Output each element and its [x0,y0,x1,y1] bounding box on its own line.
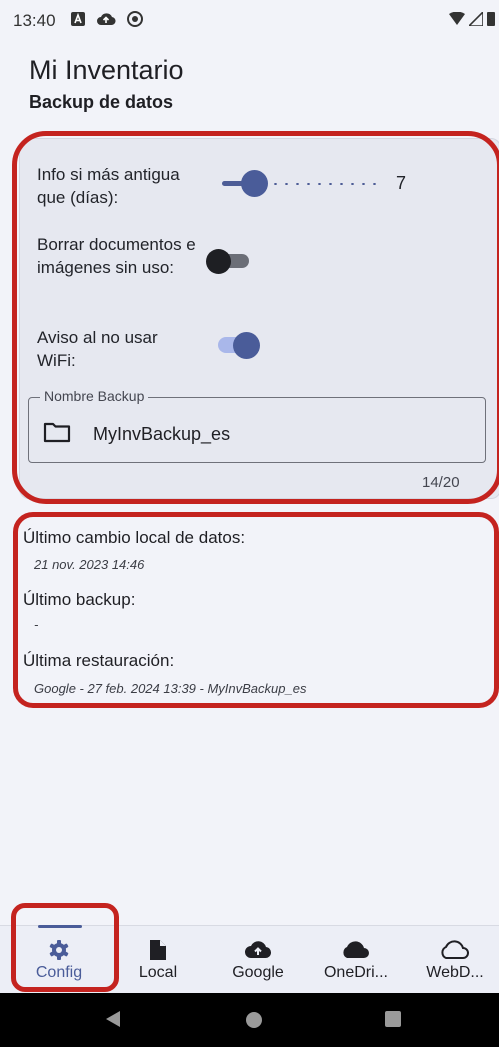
last-backup-label: Último backup: [23,590,136,609]
nav-label-local: Local [138,964,178,981]
app-title: Mi Inventario [29,55,184,85]
nav-label-google: Google [232,964,284,981]
wifi-icon [449,11,465,25]
last-local-change-label: Último cambio local de datos: [23,528,246,547]
switch-thumb [233,332,260,359]
document-icon [150,940,166,960]
last-backup-value: - [34,617,39,632]
last-restore-value: Google - 27 feb. 2024 13:39 - MyInvBacku… [34,681,307,696]
recents-icon[interactable] [385,1011,401,1027]
backup-name-field-label: Nombre Backup [40,388,149,404]
gear-icon [49,940,69,960]
cloud-upload-icon [245,941,272,959]
delete-unused-label: Borrar documentos e imágenes sin uso: [37,235,196,277]
notification-a-icon [71,12,85,26]
nav-item-local[interactable]: Local [108,926,208,994]
status-bar: 13:40 [0,0,499,40]
battery-icon [487,12,495,26]
sync-status-icon [127,11,143,27]
bottom-navigation: Config Local Google OneDri... WebD... [0,925,499,994]
age-threshold-value: 7 [396,173,407,193]
page-subtitle: Backup de datos [29,92,174,112]
cloud-outline-icon [441,940,469,959]
slider-thumb[interactable] [241,170,268,197]
backup-name-input[interactable]: MyInvBackup_es [93,424,230,445]
nav-label-webdav: WebD... [426,964,484,981]
nav-item-onedrive[interactable]: OneDri... [306,926,406,994]
status-time: 13:40 [13,11,56,30]
switch-thumb [206,249,231,274]
nav-label-config: Config [35,964,83,981]
nav-item-webdav[interactable]: WebD... [405,926,499,994]
nav-selected-indicator [38,925,82,928]
age-threshold-label: Info si más antigua que (días): [37,165,180,207]
last-restore-label: Última restauración: [23,651,175,670]
nav-item-google[interactable]: Google [208,926,308,994]
backup-name-counter: 14/20 [422,474,460,491]
cloud-filled-icon [343,941,369,958]
slider-tick-marks [270,183,380,185]
folder-icon [43,422,71,443]
cloud-upload-status-icon [97,13,116,26]
last-local-change-value: 21 nov. 2023 14:46 [34,557,145,572]
home-icon[interactable] [245,1011,263,1029]
nav-label-onedrive: OneDri... [323,964,388,981]
wifi-warning-label: Aviso al no usar WiFi: [37,328,158,370]
back-icon[interactable] [105,1010,121,1028]
nav-item-config[interactable]: Config [9,926,109,994]
system-navigation-bar [0,993,499,1047]
signal-icon [469,11,483,26]
